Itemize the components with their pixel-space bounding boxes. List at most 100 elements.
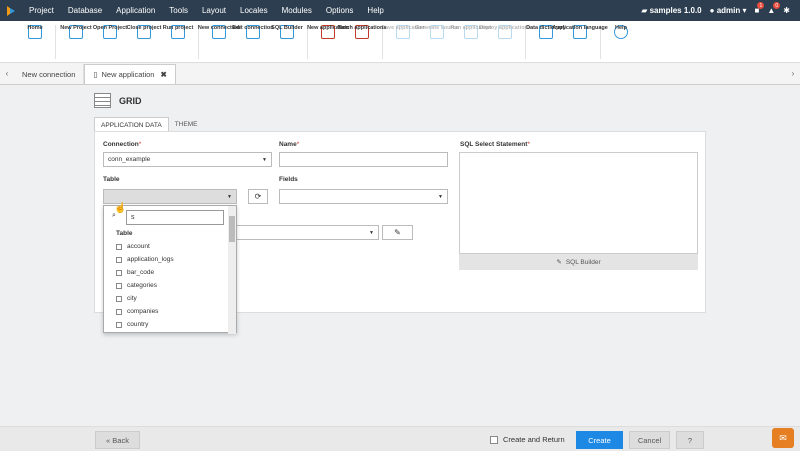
create-and-return-checkbox[interactable] — [490, 435, 498, 444]
checkbox[interactable] — [116, 308, 122, 315]
close-project-label: Close project — [126, 25, 162, 31]
menu-locales[interactable]: Locales — [233, 6, 275, 15]
project-selector[interactable]: ▰ samples 1.0.0 — [641, 6, 701, 15]
run-application-button[interactable]: Run application — [450, 21, 492, 41]
checkbox[interactable] — [116, 321, 122, 328]
create-and-return-option[interactable]: Create and Return — [490, 435, 565, 444]
back-button[interactable]: « Back — [95, 431, 140, 449]
sql-label: SQL Select Statement* — [460, 141, 530, 148]
close-project-button[interactable]: Close project — [127, 21, 161, 41]
name-label-text: Name — [279, 141, 297, 148]
new-project-button[interactable]: New Project — [59, 21, 93, 41]
menu-options[interactable]: Options — [319, 6, 361, 15]
application-language-label: Application language — [552, 25, 608, 31]
scrollbar-thumb[interactable] — [229, 216, 235, 242]
help-footer-button[interactable]: ? — [676, 431, 704, 449]
required-marker: * — [296, 141, 300, 148]
open-project-button[interactable]: Open Project — [93, 21, 127, 41]
tab-new-connection-label: New connection — [22, 69, 76, 79]
page-header: GRID — [94, 93, 142, 108]
deploy-applications-button[interactable]: Deploy applications — [479, 21, 531, 41]
name-input[interactable] — [279, 152, 448, 167]
document-tabs: ‹ New connection ▯ New application ✖ › — [0, 64, 800, 85]
list-item[interactable]: account — [116, 243, 150, 250]
tab-new-application[interactable]: ▯ New application ✖ — [84, 64, 176, 84]
create-button[interactable]: Create — [576, 431, 623, 449]
list-item-label: categories — [127, 282, 157, 289]
connection-label-text: Connection — [103, 141, 139, 148]
edit-connection-button[interactable]: Edit connection — [232, 21, 274, 41]
user-menu[interactable]: ● admin ▾ — [710, 6, 747, 15]
save-application-button[interactable]: Save application — [381, 21, 425, 41]
tabs-left-arrow-icon[interactable]: ‹ — [0, 63, 14, 84]
menu-application[interactable]: Application — [109, 6, 162, 15]
sql-select-textarea[interactable] — [459, 152, 698, 254]
close-tab-icon[interactable]: ✖ — [160, 70, 166, 79]
data-dictionary-button[interactable]: Data dictionary — [526, 21, 566, 41]
menu-help[interactable]: Help — [360, 6, 390, 15]
checkbox[interactable] — [116, 243, 122, 250]
sql-builder-label: SQL Builder — [565, 258, 601, 266]
run-project-button[interactable]: Run project — [161, 21, 195, 41]
table-select[interactable]: ▼ — [103, 189, 237, 204]
dropdown-scrollbar[interactable] — [228, 206, 236, 334]
folder-icon: ▰ — [641, 6, 648, 15]
fields-select[interactable]: ▼ — [279, 189, 448, 204]
fields-label: Fields — [279, 176, 298, 183]
menu-project[interactable]: Project — [22, 6, 61, 15]
gear-icon[interactable]: ✱ — [783, 6, 790, 15]
caret-down-icon: ▼ — [227, 193, 232, 200]
dropdown-group-header: Table — [116, 230, 133, 237]
menu-bar: Project Database Application Tools Layou… — [0, 0, 800, 21]
list-item-label: account — [127, 243, 150, 250]
list-item-label: country — [127, 321, 149, 328]
name-label: Name* — [279, 141, 299, 148]
checkbox[interactable] — [116, 282, 122, 289]
connection-label: Connection* — [103, 141, 141, 148]
edit-button[interactable]: ✎ — [382, 225, 413, 240]
list-item[interactable]: categories — [116, 282, 157, 289]
list-item[interactable]: city — [116, 295, 137, 302]
checkbox[interactable] — [116, 256, 122, 263]
tabs-right-arrow-icon[interactable]: › — [786, 63, 800, 84]
help-button[interactable]: Help — [604, 21, 638, 41]
menu-tools[interactable]: Tools — [162, 6, 195, 15]
list-item-label: companies — [127, 308, 159, 315]
list-item[interactable]: application_logs — [116, 256, 174, 263]
checkbox[interactable] — [116, 269, 122, 276]
notification-badge: 1 — [757, 2, 765, 9]
caret-down-icon: ▼ — [438, 193, 443, 200]
sql-builder-button[interactable]: SQL Builder — [270, 21, 304, 41]
sql-builder-button[interactable]: ✎ SQL Builder — [459, 254, 698, 270]
tab-new-connection[interactable]: New connection — [14, 64, 85, 84]
menu-modules[interactable]: Modules — [275, 6, 319, 15]
table-dropdown: ⌕ s Table account application_logs bar_c… — [103, 205, 237, 334]
caret-down-icon: ▼ — [369, 229, 374, 236]
application-language-button[interactable]: Application language — [552, 21, 608, 41]
tab-new-application-label: New application — [101, 70, 155, 79]
list-item[interactable]: country — [116, 321, 148, 328]
connection-select[interactable]: conn_example ▼ — [103, 152, 272, 167]
list-item[interactable]: bar_code — [116, 269, 154, 276]
home-button[interactable]: Home — [18, 21, 52, 41]
caret-down-icon: ▼ — [262, 156, 267, 163]
chat-icon[interactable]: ✉ — [772, 428, 794, 448]
new-connection-button[interactable]: New connection — [198, 21, 240, 41]
video-icon[interactable]: ■ 1 — [755, 2, 765, 15]
scriptcase-logo-icon[interactable] — [0, 0, 22, 21]
refresh-tables-button[interactable]: ⟳ — [248, 189, 268, 204]
new-application-button[interactable]: New application — [307, 21, 349, 41]
list-item[interactable]: companies — [116, 308, 158, 315]
secondary-select[interactable]: ▼ — [230, 225, 379, 240]
run-project-label: Run project — [162, 25, 194, 31]
checkbox[interactable] — [116, 295, 122, 302]
sql-label-text: SQL Select Statement — [460, 141, 528, 148]
batch-applications-button[interactable]: Batch applications — [338, 21, 386, 41]
generate-source-button[interactable]: Generate source — [415, 21, 459, 41]
cancel-button[interactable]: Cancel — [629, 431, 670, 449]
table-search-input[interactable]: s — [126, 210, 224, 225]
menu-layout[interactable]: Layout — [195, 6, 233, 15]
bell-icon[interactable]: ▲ 0 — [767, 2, 781, 15]
menu-database[interactable]: Database — [61, 6, 109, 15]
required-marker: * — [527, 141, 530, 148]
